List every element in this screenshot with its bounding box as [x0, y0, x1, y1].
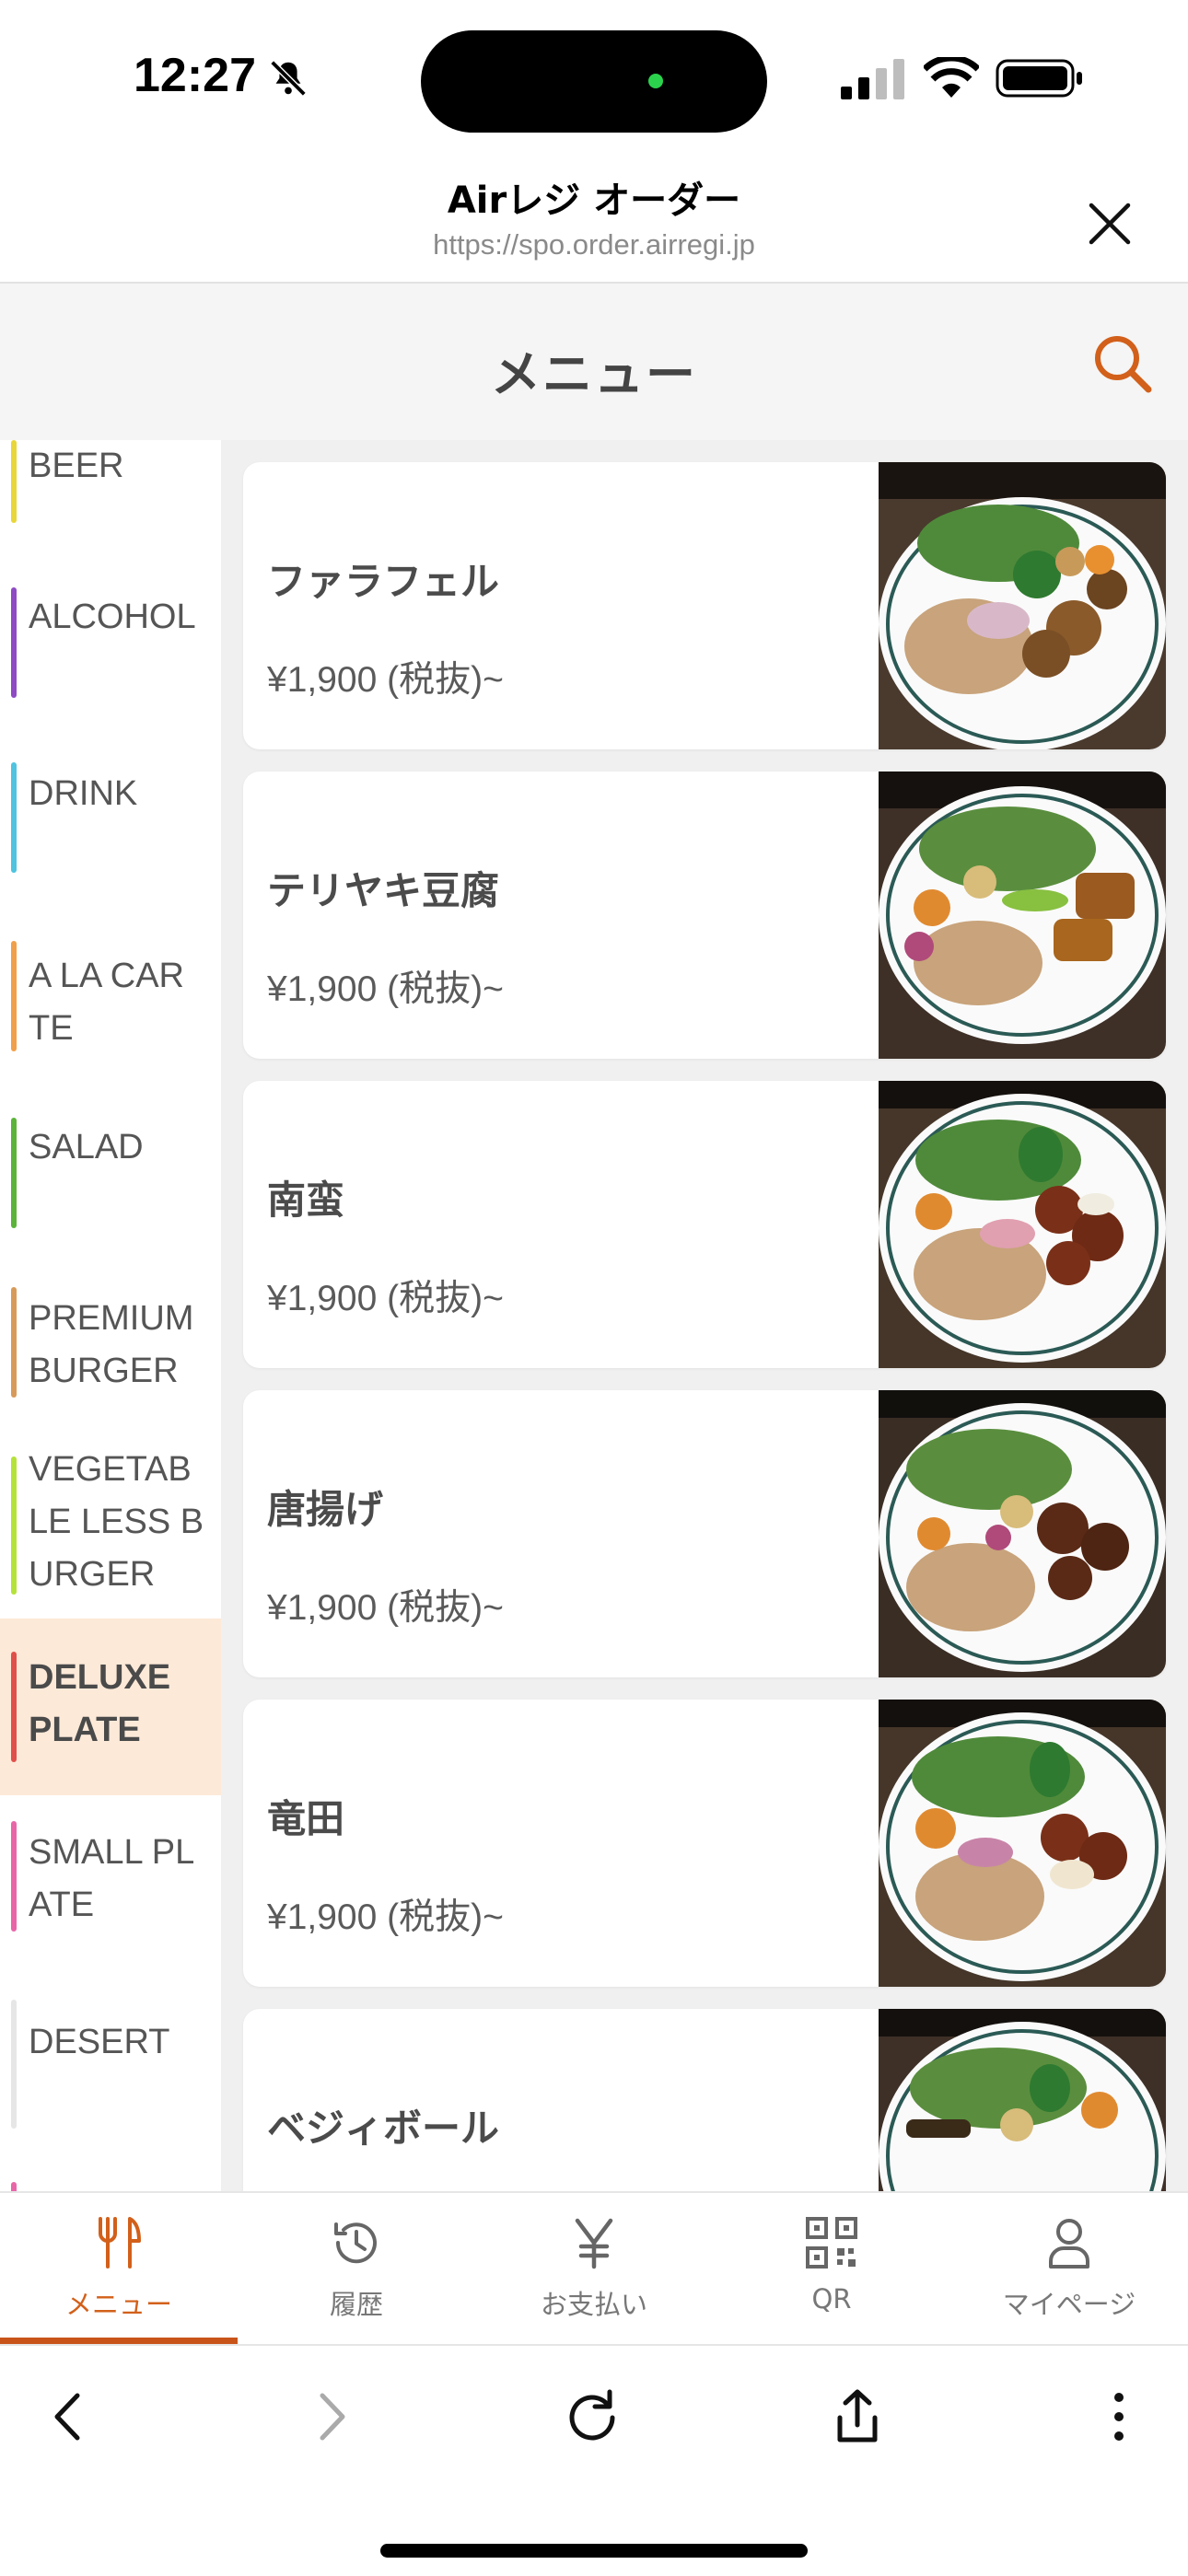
category-vegetable-less-burger[interactable]: VEGETABLE LESS BURGER	[0, 1444, 204, 1600]
category-alcohol[interactable]: ALCOHOL	[0, 587, 221, 711]
category-label: VEGETABLE LESS BURGER	[29, 1450, 204, 1594]
tab-menu[interactable]: メニュー	[0, 2193, 238, 2344]
category-label: A LA CARTE	[29, 957, 184, 1048]
close-icon[interactable]	[1087, 201, 1133, 247]
fork-knife-icon	[99, 2217, 141, 2269]
category-label: DRINK	[29, 774, 138, 813]
tab-history[interactable]: 履歴	[238, 2193, 475, 2344]
tab-label: メニュー	[64, 2289, 172, 2320]
person-icon	[1049, 2219, 1089, 2269]
camera-indicator	[648, 74, 663, 88]
category-color-bar	[11, 587, 17, 698]
category-color-bar	[11, 1652, 17, 1762]
menu-item-name: ファラフェル	[267, 559, 500, 604]
menu-item-price: ¥1,900 (税抜)~	[267, 660, 504, 700]
forward-icon[interactable]	[298, 2385, 363, 2449]
tab-label: 履歴	[329, 2289, 383, 2320]
reload-icon[interactable]	[562, 2385, 626, 2449]
food-plate-image	[879, 2009, 1166, 2191]
home-indicator	[380, 2544, 808, 2558]
back-icon[interactable]	[37, 2385, 101, 2449]
wifi-icon	[924, 57, 979, 98]
battery-icon	[996, 59, 1082, 98]
browser-toolbar	[0, 2344, 1188, 2576]
menu-item-price: ¥1,900 (税抜)~	[267, 1897, 504, 1937]
menu-item-card[interactable]: ベジィボール	[243, 2009, 1166, 2191]
food-plate-image	[879, 1081, 1166, 1368]
category-color-bar	[11, 762, 17, 873]
category-color-bar	[11, 1821, 17, 1932]
food-plate-image	[879, 1700, 1166, 1987]
category-drink[interactable]: DRINK	[0, 762, 221, 888]
category-color-bar	[11, 1118, 17, 1228]
category-color-bar	[11, 2000, 17, 2129]
tab-label: QR	[811, 2283, 852, 2315]
menu-item-name: 竜田	[267, 1796, 345, 1841]
food-plate-image	[879, 1390, 1166, 1677]
category-label: SALAD	[29, 1128, 144, 1166]
category-color-bar	[11, 440, 17, 523]
category-beer[interactable]: BEER	[0, 440, 221, 532]
qr-icon	[806, 2217, 857, 2269]
menu-item-card[interactable]: テリヤキ豆腐 ¥1,900 (税抜)~	[243, 772, 1166, 1059]
category-salad[interactable]: SALAD	[0, 1118, 221, 1241]
category-sidebar: BEER ALCOHOL DRINK A LA CARTE SALAD PREM…	[0, 440, 221, 2191]
tab-payment[interactable]: お支払い	[475, 2193, 713, 2344]
status-bar: 12:27	[0, 0, 1188, 157]
category-deluxe-plate[interactable]: DELUXE PLATE	[0, 1619, 221, 1795]
dynamic-island	[421, 30, 767, 133]
category-label: DELUXE PLATE	[29, 1658, 171, 1749]
more-options-icon[interactable]	[1087, 2385, 1151, 2449]
history-icon	[334, 2222, 377, 2264]
share-icon[interactable]	[825, 2385, 890, 2449]
search-icon[interactable]	[1090, 331, 1155, 396]
category-a-la-carte[interactable]: A LA CARTE	[0, 941, 204, 1070]
category-label: SMALL PLATE	[29, 1833, 195, 1924]
category-label: PREMIUM BURGER	[29, 1299, 194, 1390]
menu-item-price: ¥1,900 (税抜)~	[267, 1588, 504, 1628]
yen-icon	[575, 2218, 613, 2269]
browser-page-title: Airレジ オーダー	[447, 180, 741, 222]
menu-item-card[interactable]: 南蛮 ¥1,900 (税抜)~	[243, 1081, 1166, 1368]
page-title: メニュー	[491, 345, 697, 403]
status-time: 12:27	[134, 49, 256, 102]
tab-qr[interactable]: QR	[713, 2193, 950, 2344]
menu-item-name: ベジィボール	[267, 2106, 500, 2151]
category-color-bar	[11, 2182, 17, 2191]
menu-item-price: ¥1,900 (税抜)~	[267, 969, 504, 1009]
tab-label: お支払い	[540, 2289, 647, 2320]
bottom-tab-bar: メニュー 履歴 お支払い QR マイページ	[0, 2191, 1188, 2344]
category-label: ALCOHOL	[29, 598, 196, 636]
food-plate-image	[879, 772, 1166, 1059]
food-plate-image	[879, 462, 1166, 749]
bell-muted-icon	[270, 60, 307, 97]
menu-item-card[interactable]: 竜田 ¥1,900 (税抜)~	[243, 1700, 1166, 1987]
tab-label: マイページ	[1002, 2289, 1136, 2320]
page-header: メニュー	[0, 282, 1188, 442]
category-color-bar	[11, 1287, 17, 1398]
category-label: BEER	[29, 447, 124, 485]
category-color-bar	[11, 1456, 17, 1595]
menu-item-price: ¥1,900 (税抜)~	[267, 1279, 504, 1318]
category-premium-burger[interactable]: PREMIUM BURGER	[0, 1287, 204, 1412]
browser-url: https://spo.order.airregi.jp	[433, 228, 755, 261]
menu-list: ファラフェル ¥1,900 (税抜)~ テリヤキ豆腐 ¥1,900 (税抜)~	[221, 440, 1188, 2191]
menu-item-name: 唐揚げ	[267, 1487, 384, 1532]
menu-item-card[interactable]: ファラフェル ¥1,900 (税抜)~	[243, 462, 1166, 749]
category-color-bar	[11, 941, 17, 1051]
category-small-plate[interactable]: SMALL PLATE	[0, 1821, 204, 1946]
menu-item-name: テリヤキ豆腐	[267, 868, 500, 913]
menu-item-card[interactable]: 唐揚げ ¥1,900 (税抜)~	[243, 1390, 1166, 1677]
active-tab-indicator	[0, 2338, 238, 2344]
category-desert[interactable]: DESERT	[0, 2000, 221, 2136]
category-label: DESERT	[29, 2023, 170, 2061]
tab-mypage[interactable]: マイページ	[950, 2193, 1188, 2344]
menu-item-name: 南蛮	[267, 1178, 345, 1223]
cellular-signal-icon	[841, 59, 904, 99]
